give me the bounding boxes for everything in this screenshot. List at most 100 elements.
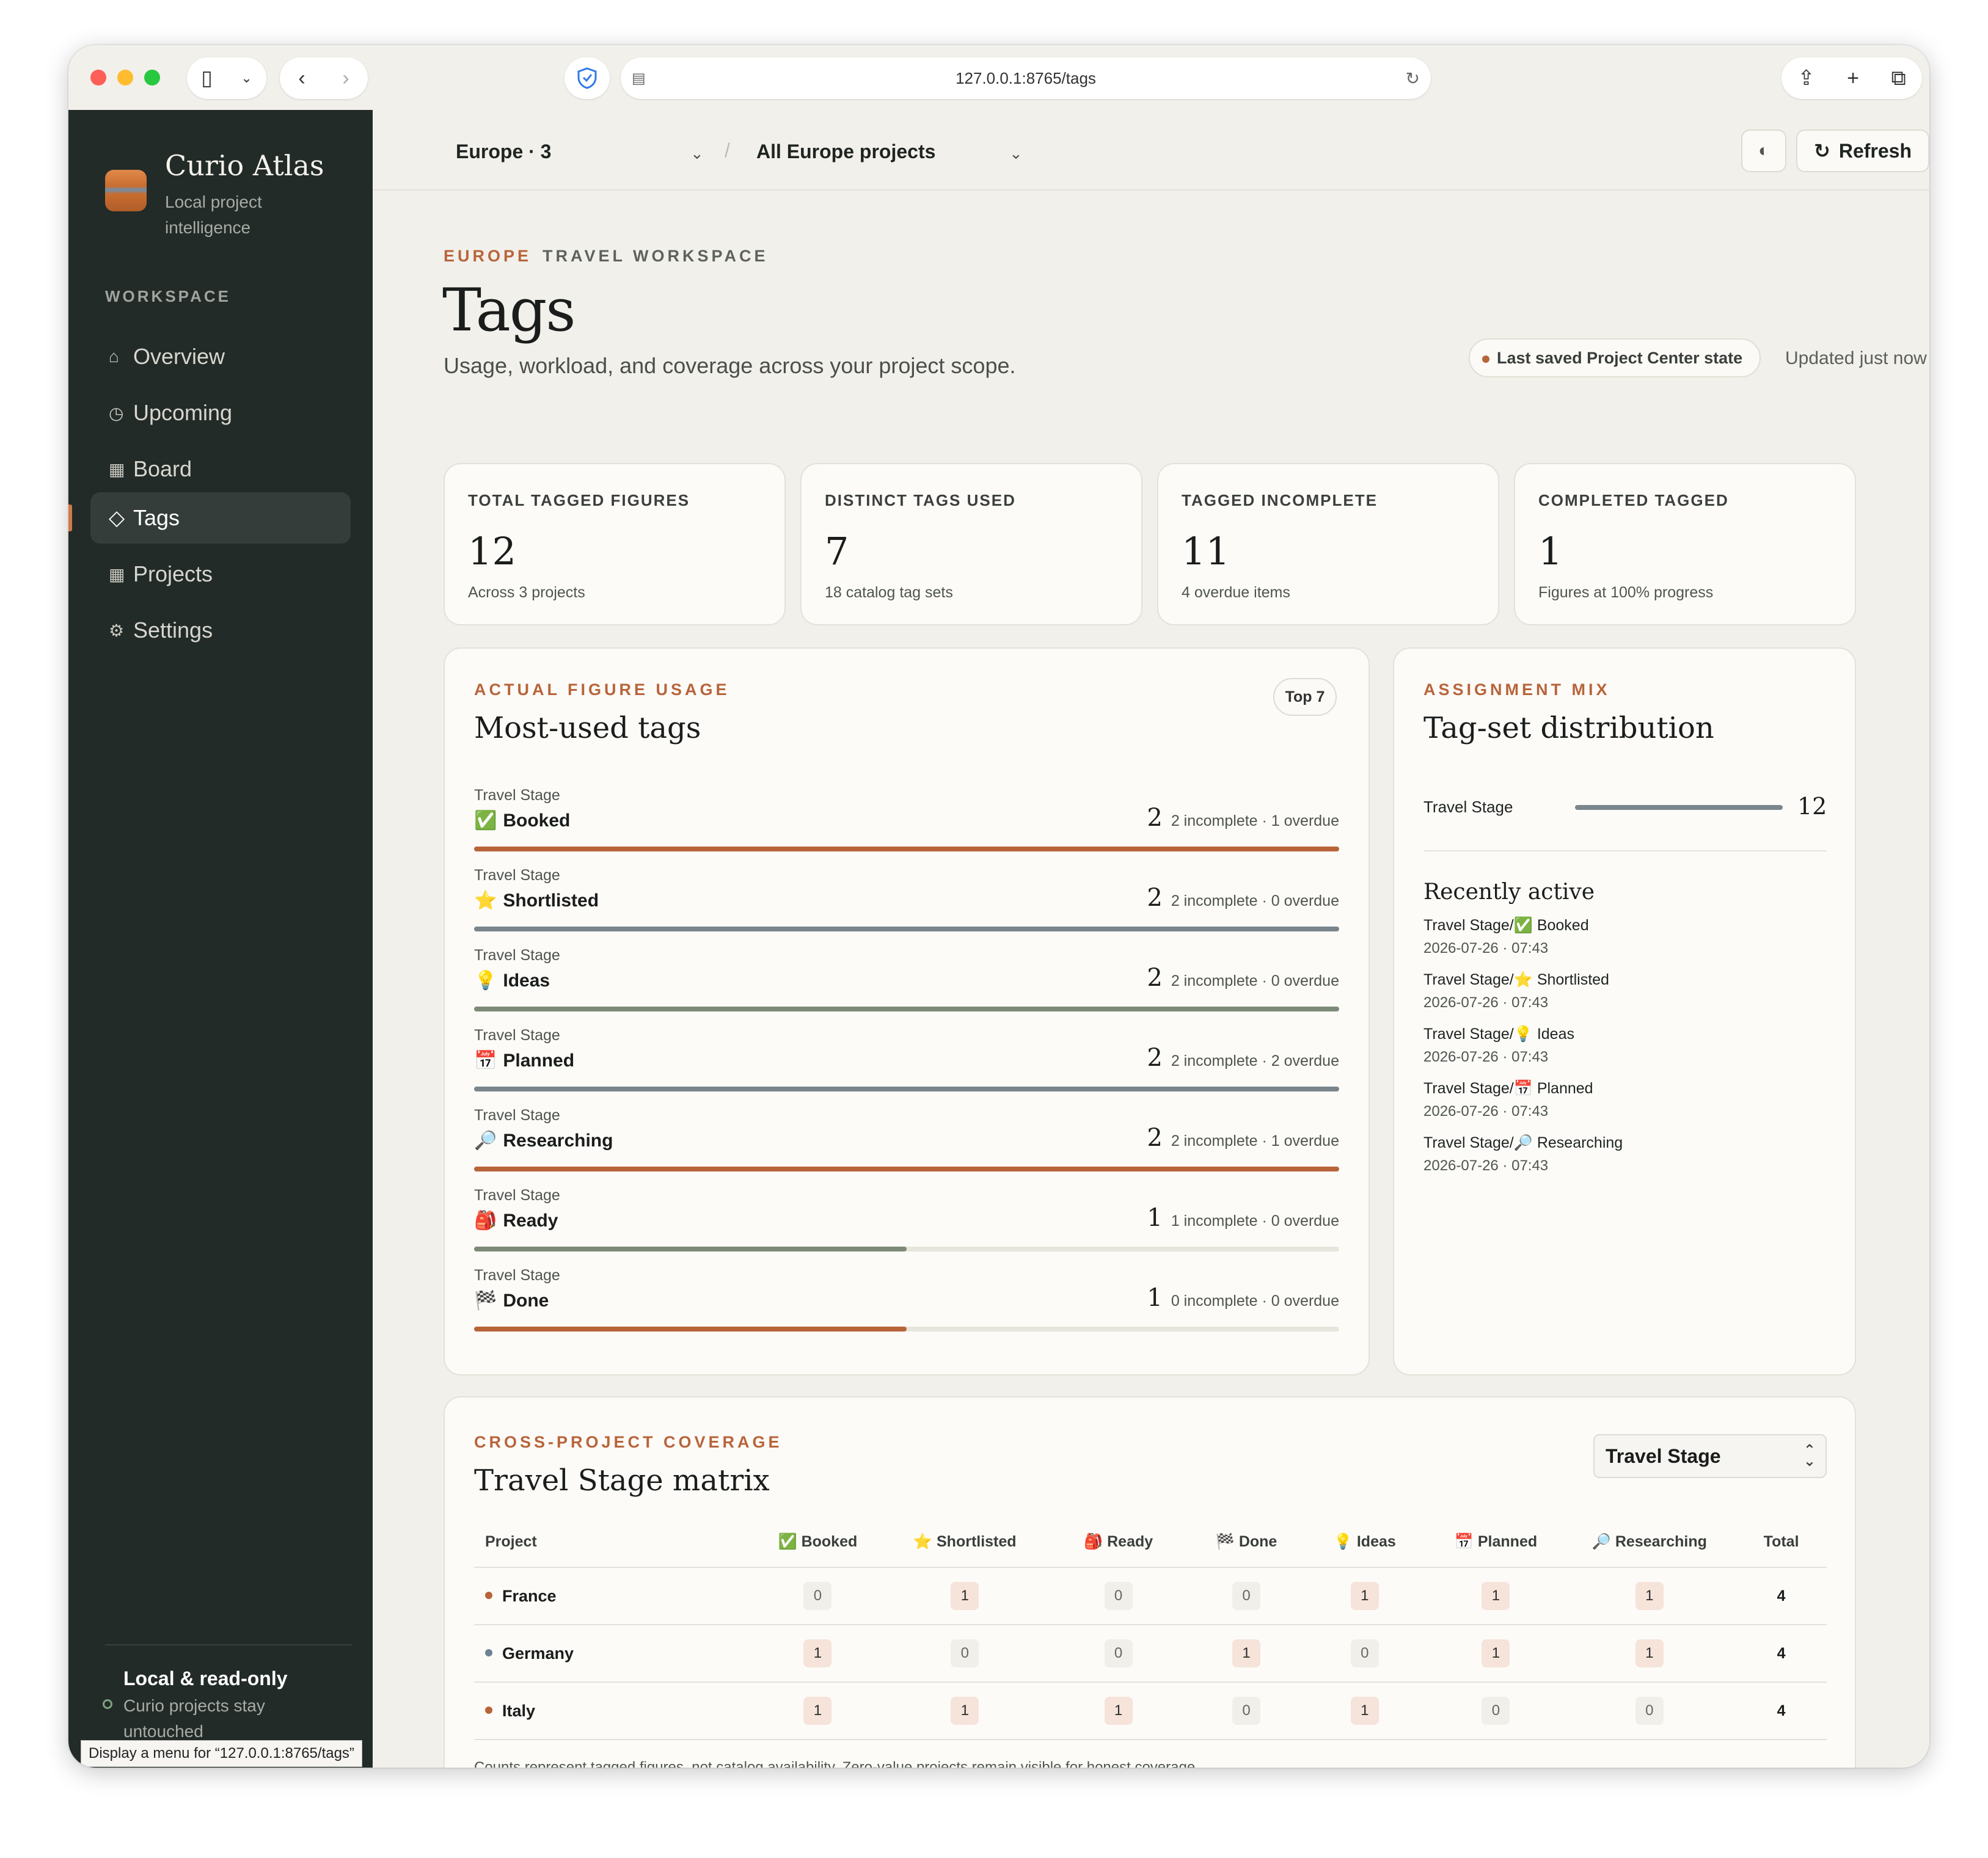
tag-set-distribution-card: ASSIGNMENT MIX Tag-set distribution Trav… bbox=[1393, 647, 1856, 1375]
history-nav-group: ‹ › bbox=[280, 57, 368, 99]
new-tab-icon[interactable]: + bbox=[1847, 67, 1859, 90]
share-icon[interactable]: ⇪ bbox=[1797, 66, 1815, 90]
stat-label: COMPLETED TAGGED bbox=[1538, 491, 1729, 509]
recent-activity-item[interactable]: Travel Stage/🔎 Researching 2026-07-26 · 0… bbox=[1423, 1131, 1623, 1178]
tag-count: 2 bbox=[1147, 964, 1163, 992]
page-settings-icon[interactable]: ▤ bbox=[632, 70, 646, 87]
tag-count: 2 bbox=[1147, 884, 1163, 912]
tag-usage-row[interactable]: Travel Stage 📅 Planned 2 2 incomplete · 2 ov… bbox=[474, 1027, 1339, 1100]
forward-icon[interactable]: › bbox=[342, 67, 349, 90]
usage-eyebrow: ACTUAL FIGURE USAGE bbox=[474, 680, 730, 699]
chevron-down-icon[interactable]: ⌄ bbox=[1009, 144, 1023, 163]
recent-tag-label: Travel Stage/📅 Planned bbox=[1423, 1080, 1593, 1097]
count-chip: 0 bbox=[1482, 1697, 1510, 1725]
stat-subtext: Figures at 100% progress bbox=[1538, 584, 1714, 601]
tag-usage-row[interactable]: Travel Stage ⭐ Shortlisted 2 2 incomplete · … bbox=[474, 867, 1339, 940]
browser-window: ▯ ⌄ ‹ › ▤ 127.0.0.1:8765/tags ↻ ⇪ + ⧉ Cu… bbox=[68, 45, 1929, 1768]
zoom-window-button[interactable] bbox=[144, 70, 160, 86]
table-body: France 0 1 0 0 1 1 1 4 Germany 1 0 0 1 0 1 1 4 Italy 1 1 1 0 1 0… bbox=[474, 1567, 1827, 1740]
tag-usage-row[interactable]: Travel Stage 🔎 Researching 2 2 incomplete · … bbox=[474, 1107, 1339, 1180]
matrix-cell: 1 bbox=[1428, 1625, 1563, 1683]
tag-group-label: Travel Stage bbox=[474, 1027, 560, 1044]
region-scope-select[interactable]: Europe · 3 bbox=[456, 140, 551, 163]
sidebar-toggle-icon[interactable]: ▯ bbox=[201, 66, 213, 90]
tag-usage-row[interactable]: Travel Stage 💡 Ideas 2 2 incomplete · 0 over… bbox=[474, 947, 1339, 1020]
clock-icon: ◷ bbox=[109, 403, 124, 423]
breadcrumb-separator: / bbox=[725, 139, 730, 161]
sidebar-item-overview[interactable]: ⌂ Overview bbox=[90, 331, 351, 382]
recent-activity-item[interactable]: Travel Stage/✅ Booked 2026-07-26 · 07:43 bbox=[1423, 914, 1589, 960]
window-actions-group: ⇪ + ⧉ bbox=[1782, 57, 1922, 99]
project-cell: Italy bbox=[474, 1682, 751, 1740]
tag-count-group: 1 0 incomplete · 0 overdue bbox=[1147, 1284, 1339, 1312]
tag-name-label: Booked bbox=[503, 811, 571, 831]
table-row[interactable]: Germany 1 0 0 1 0 1 1 4 bbox=[474, 1625, 1827, 1683]
count-chip: 1 bbox=[1635, 1639, 1664, 1667]
recent-timestamp: 2026-07-26 · 07:43 bbox=[1423, 1157, 1549, 1174]
tag-emoji-icon: 🎒 bbox=[474, 1211, 497, 1231]
workspace-section-label: WORKSPACE bbox=[105, 287, 231, 305]
url-text: 127.0.0.1:8765/tags bbox=[956, 68, 1096, 87]
recent-timestamp: 2026-07-26 · 07:43 bbox=[1423, 1103, 1549, 1120]
tag-emoji-icon: 📅 bbox=[474, 1051, 497, 1071]
theme-toggle-button[interactable]: ◐ bbox=[1741, 129, 1786, 172]
table-row[interactable]: Italy 1 1 1 0 1 0 0 4 bbox=[474, 1682, 1827, 1740]
sidebar-item-label: Upcoming bbox=[133, 400, 233, 425]
tag-usage-bar bbox=[474, 1167, 1339, 1171]
tag-usage-bar bbox=[474, 1247, 1339, 1251]
select-arrows-icon: ⌃ ⌄ bbox=[1803, 1442, 1816, 1470]
sidebar-item-tags[interactable]: ◇ Tags bbox=[90, 492, 351, 544]
table-column-header: ✅ Booked bbox=[750, 1517, 885, 1568]
table-column-header: 📅 Planned bbox=[1428, 1517, 1563, 1568]
most-used-tags-card: ACTUAL FIGURE USAGE Most-used tags Top 7… bbox=[444, 647, 1370, 1375]
table-row[interactable]: France 0 1 0 0 1 1 1 4 bbox=[474, 1567, 1827, 1625]
matrix-cell: 1 bbox=[1045, 1682, 1193, 1740]
recent-tag-label: Travel Stage/💡 Ideas bbox=[1423, 1026, 1574, 1043]
sidebar-item-board[interactable]: ▦ Board bbox=[90, 443, 351, 495]
tab-overview-icon[interactable]: ⧉ bbox=[1891, 67, 1906, 90]
matrix-cell: 1 bbox=[1301, 1567, 1429, 1625]
tag-set-select[interactable]: Travel Stage ⌃ ⌄ bbox=[1593, 1434, 1827, 1478]
address-bar[interactable]: ▤ 127.0.0.1:8765/tags ↻ bbox=[621, 57, 1431, 99]
count-chip: 1 bbox=[1350, 1697, 1379, 1725]
sidebar-item-settings[interactable]: ⚙ Settings bbox=[90, 605, 351, 656]
scope-eyebrow: EUROPE bbox=[444, 247, 532, 265]
table-column-header: Project bbox=[474, 1517, 751, 1568]
sidebar-item-projects[interactable]: ▦ Projects bbox=[90, 548, 351, 600]
minimize-window-button[interactable] bbox=[117, 70, 133, 86]
recent-timestamp: 2026-07-26 · 07:43 bbox=[1423, 994, 1549, 1011]
tag-count: 1 bbox=[1147, 1284, 1163, 1312]
chevron-down-icon[interactable]: ⌄ bbox=[690, 144, 704, 163]
top-count-badge: Top 7 bbox=[1273, 678, 1337, 716]
stat-card-completed-tagged: COMPLETED TAGGED 1 Figures at 100% progr… bbox=[1514, 463, 1856, 625]
stat-value: 7 bbox=[825, 529, 849, 574]
recent-activity-item[interactable]: Travel Stage/📅 Planned 2026-07-26 · 07:43 bbox=[1423, 1077, 1593, 1123]
stat-value: 11 bbox=[1182, 529, 1230, 574]
refresh-button[interactable]: ↻ Refresh bbox=[1796, 129, 1929, 172]
distribution-bar bbox=[1575, 805, 1783, 810]
stat-label: TAGGED INCOMPLETE bbox=[1182, 491, 1378, 509]
tag-usage-row[interactable]: Travel Stage ✅ Booked 2 2 incomplete · 1 ove… bbox=[474, 787, 1339, 860]
page-subtitle: Usage, workload, and coverage across you… bbox=[444, 353, 1016, 378]
count-chip: 1 bbox=[951, 1582, 979, 1610]
project-filter-select[interactable]: All Europe projects bbox=[756, 140, 935, 163]
close-window-button[interactable] bbox=[90, 70, 106, 86]
tag-usage-row[interactable]: Travel Stage 🏁 Done 1 0 incomplete · 0 overd… bbox=[474, 1267, 1339, 1340]
back-icon[interactable]: ‹ bbox=[298, 67, 305, 90]
shield-icon bbox=[577, 67, 597, 89]
tag-count-detail: 1 incomplete · 0 overdue bbox=[1171, 1212, 1339, 1230]
chevron-down-icon[interactable]: ⌄ bbox=[241, 70, 252, 86]
stat-card-distinct-tags: DISTINCT TAGS USED 7 18 catalog tag sets bbox=[800, 463, 1142, 625]
reload-icon[interactable]: ↻ bbox=[1406, 68, 1420, 89]
recent-activity-item[interactable]: Travel Stage/💡 Ideas 2026-07-26 · 07:43 bbox=[1423, 1022, 1574, 1069]
tag-usage-row[interactable]: Travel Stage 🎒 Ready 1 1 incomplete · 0 over… bbox=[474, 1187, 1339, 1260]
coverage-title: Travel Stage matrix bbox=[474, 1463, 770, 1498]
sidebar-toggle-group: ▯ ⌄ bbox=[187, 57, 266, 99]
tag-count-group: 2 2 incomplete · 1 overdue bbox=[1147, 804, 1339, 832]
privacy-shield-button[interactable] bbox=[565, 57, 610, 99]
recent-activity-item[interactable]: Travel Stage/⭐ Shortlisted 2026-07-26 · 0… bbox=[1423, 968, 1609, 1015]
sidebar-item-upcoming[interactable]: ◷ Upcoming bbox=[90, 387, 351, 439]
tag-name: 💡 Ideas bbox=[474, 970, 550, 991]
stat-card-tagged-incomplete: TAGGED INCOMPLETE 11 4 overdue items bbox=[1157, 463, 1499, 625]
project-cell: France bbox=[474, 1567, 751, 1625]
